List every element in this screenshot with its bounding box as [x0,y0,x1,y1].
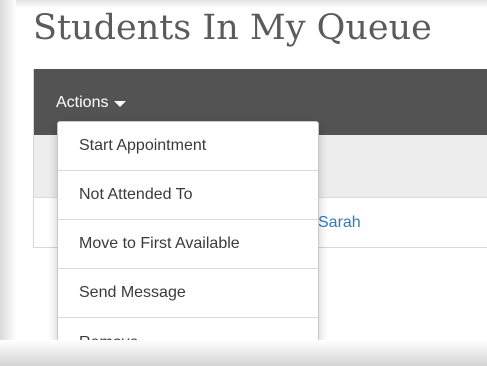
shadow-edge-bottom [0,340,487,366]
actions-dropdown-menu: Start Appointment Not Attended To Move t… [57,121,319,366]
actions-dropdown-button[interactable]: Actions [56,91,127,115]
actions-label: Actions [56,94,109,111]
page-title: Students In My Queue [33,8,432,48]
student-name-link[interactable]: Sarah [318,214,361,232]
screenshot-frame: Students In My Queue Actions Sarah Start… [0,0,487,366]
caret-down-icon [114,101,127,107]
menu-item-start-appointment[interactable]: Start Appointment [58,122,318,171]
shadow-edge-left [0,0,16,366]
menu-item-move-to-first-available[interactable]: Move to First Available [58,220,318,269]
menu-item-send-message[interactable]: Send Message [58,269,318,318]
menu-item-not-attended-to[interactable]: Not Attended To [58,171,318,220]
